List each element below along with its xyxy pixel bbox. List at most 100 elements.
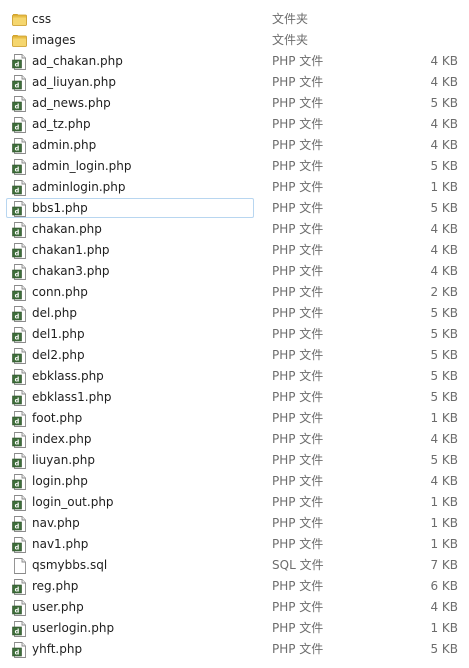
file-row[interactable]: d liuyan.php PHP 文件 5 KB (0, 450, 469, 471)
file-size: 4 KB (430, 432, 458, 446)
file-row[interactable]: d ad_liuyan.php PHP 文件 4 KB (0, 72, 469, 93)
file-type: PHP 文件 (272, 453, 324, 467)
php-file-icon: d (12, 327, 27, 343)
file-name: chakan.php (32, 222, 102, 236)
file-size: 4 KB (430, 474, 458, 488)
svg-text:d: d (15, 480, 20, 488)
file-size: 5 KB (430, 390, 458, 404)
php-file-icon: d (12, 516, 27, 532)
svg-text:d: d (15, 333, 20, 341)
file-size: 1 KB (430, 621, 458, 635)
svg-text:d: d (15, 585, 20, 593)
svg-text:d: d (15, 270, 20, 278)
folder-icon (12, 33, 27, 49)
php-file-icon: d (12, 264, 27, 280)
file-row[interactable]: d ad_news.php PHP 文件 5 KB (0, 93, 469, 114)
file-row[interactable]: d nav1.php PHP 文件 1 KB (0, 534, 469, 555)
file-row[interactable]: d chakan1.php PHP 文件 4 KB (0, 240, 469, 261)
php-file-icon: d (12, 180, 27, 196)
file-row[interactable]: d userlogin.php PHP 文件 1 KB (0, 618, 469, 639)
file-name: user.php (32, 600, 84, 614)
svg-text:d: d (15, 522, 20, 530)
php-file-icon: d (12, 306, 27, 322)
file-name: adminlogin.php (32, 180, 126, 194)
file-size: 5 KB (430, 348, 458, 362)
svg-text:d: d (15, 165, 20, 173)
php-file-icon: d (12, 369, 27, 385)
svg-text:d: d (15, 186, 20, 194)
php-file-icon: d (12, 453, 27, 469)
php-file-icon: d (12, 138, 27, 154)
file-name: reg.php (32, 579, 79, 593)
file-row[interactable]: d chakan3.php PHP 文件 4 KB (0, 261, 469, 282)
svg-text:d: d (15, 60, 20, 68)
file-size: 4 KB (430, 243, 458, 257)
file-size: 1 KB (430, 411, 458, 425)
file-type: PHP 文件 (272, 222, 324, 236)
file-size: 4 KB (430, 600, 458, 614)
svg-text:d: d (15, 627, 20, 635)
file-name: del2.php (32, 348, 85, 362)
file-name: ad_chakan.php (32, 54, 123, 68)
svg-text:d: d (15, 501, 20, 509)
file-type: PHP 文件 (272, 159, 324, 173)
php-file-icon: d (12, 579, 27, 595)
file-row[interactable]: d conn.php PHP 文件 2 KB (0, 282, 469, 303)
file-row[interactable]: d foot.php PHP 文件 1 KB (0, 408, 469, 429)
php-file-icon: d (12, 75, 27, 91)
file-type: SQL 文件 (272, 558, 324, 572)
file-name: foot.php (32, 411, 83, 425)
php-file-icon: d (12, 600, 27, 616)
file-size: 5 KB (430, 327, 458, 341)
php-file-icon: d (12, 243, 27, 259)
file-row[interactable]: images 文件夹 (0, 30, 469, 51)
file-row[interactable]: qsmybbs.sql SQL 文件 7 KB (0, 555, 469, 576)
php-file-icon: d (12, 54, 27, 70)
file-size: 4 KB (430, 138, 458, 152)
file-row[interactable]: d adminlogin.php PHP 文件 1 KB (0, 177, 469, 198)
svg-text:d: d (15, 291, 20, 299)
file-row[interactable]: d admin_login.php PHP 文件 5 KB (0, 156, 469, 177)
file-row[interactable]: d index.php PHP 文件 4 KB (0, 429, 469, 450)
file-type: PHP 文件 (272, 474, 324, 488)
file-type: PHP 文件 (272, 642, 324, 656)
file-row[interactable]: css 文件夹 (0, 9, 469, 30)
file-row[interactable]: d nav.php PHP 文件 1 KB (0, 513, 469, 534)
file-row[interactable]: d del1.php PHP 文件 5 KB (0, 324, 469, 345)
file-row[interactable]: d reg.php PHP 文件 6 KB (0, 576, 469, 597)
file-name: nav1.php (32, 537, 89, 551)
file-type: PHP 文件 (272, 201, 324, 215)
file-row[interactable]: d bbs1.php PHP 文件 5 KB (0, 198, 469, 219)
file-row[interactable]: d login.php PHP 文件 4 KB (0, 471, 469, 492)
svg-text:d: d (15, 459, 20, 467)
file-row[interactable]: d ad_tz.php PHP 文件 4 KB (0, 114, 469, 135)
file-row[interactable]: d ad_chakan.php PHP 文件 4 KB (0, 51, 469, 72)
file-row[interactable]: d yhft.php PHP 文件 5 KB (0, 639, 469, 660)
php-file-icon: d (12, 222, 27, 238)
php-file-icon: d (12, 348, 27, 364)
file-row[interactable]: d del2.php PHP 文件 5 KB (0, 345, 469, 366)
file-row[interactable]: d admin.php PHP 文件 4 KB (0, 135, 469, 156)
file-type: PHP 文件 (272, 432, 324, 446)
file-name: ebklass1.php (32, 390, 112, 404)
file-size: 4 KB (430, 264, 458, 278)
file-row[interactable]: d del.php PHP 文件 5 KB (0, 303, 469, 324)
file-type: PHP 文件 (272, 54, 324, 68)
file-type: PHP 文件 (272, 138, 324, 152)
file-row[interactable]: d chakan.php PHP 文件 4 KB (0, 219, 469, 240)
file-size: 5 KB (430, 306, 458, 320)
file-size: 4 KB (430, 117, 458, 131)
file-type: PHP 文件 (272, 180, 324, 194)
file-type: 文件夹 (272, 12, 309, 26)
file-row[interactable]: d ebklass.php PHP 文件 5 KB (0, 366, 469, 387)
svg-text:d: d (15, 396, 20, 404)
php-file-icon: d (12, 642, 27, 658)
file-name: bbs1.php (32, 201, 88, 215)
svg-text:d: d (15, 249, 20, 257)
file-type: PHP 文件 (272, 537, 324, 551)
svg-text:d: d (15, 81, 20, 89)
file-row[interactable]: d login_out.php PHP 文件 1 KB (0, 492, 469, 513)
file-row[interactable]: d ebklass1.php PHP 文件 5 KB (0, 387, 469, 408)
file-size: 5 KB (430, 159, 458, 173)
file-row[interactable]: d user.php PHP 文件 4 KB (0, 597, 469, 618)
